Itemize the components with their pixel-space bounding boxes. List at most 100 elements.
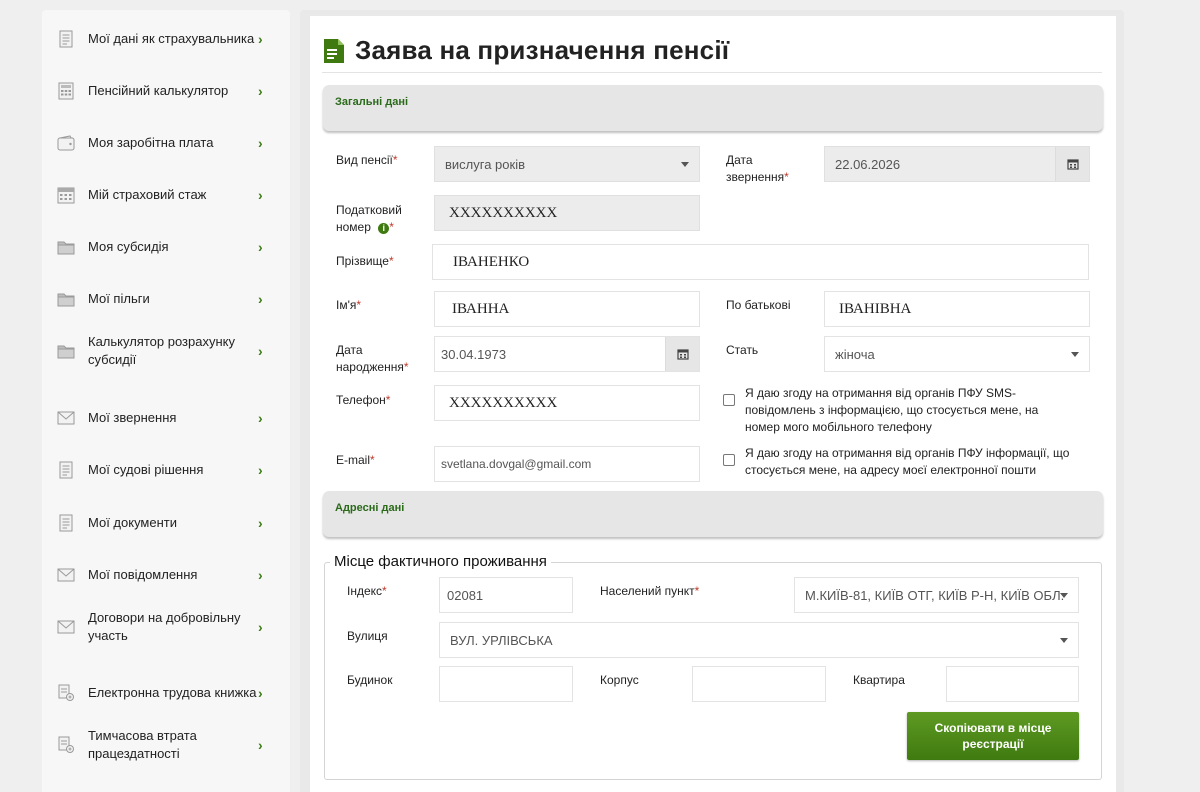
sidebar-item-label: Мої документи (88, 515, 177, 530)
index-field[interactable]: 02081 (439, 577, 573, 613)
chevron-right-icon: › (258, 410, 263, 426)
section-general-title: Загальні дані (335, 96, 409, 108)
house-field[interactable] (439, 666, 573, 702)
document-icon (57, 514, 75, 532)
envelope-icon (57, 618, 75, 636)
sms-consent-text: Я даю згоду на отримання від органів ПФУ… (745, 386, 1039, 434)
chevron-down-icon (1060, 593, 1068, 598)
sidebar-item-9[interactable]: Мої судові рішення › (42, 445, 290, 495)
phone-field[interactable]: XXXXXXXXXX (434, 385, 700, 421)
email-label: E-mail* (336, 453, 375, 467)
sidebar-item-12[interactable]: Договори на добровільну участь › (42, 602, 290, 652)
document-add-icon (324, 39, 344, 63)
sidebar-item-label: Електронна трудова книжка (88, 685, 257, 700)
pension-type-value: вислуга років (445, 156, 525, 172)
email-consent-text: Я даю згоду на отримання від органів ПФУ… (745, 446, 1070, 477)
chevron-down-icon (681, 162, 689, 167)
birth-calendar-button[interactable] (665, 337, 699, 371)
apartment-field[interactable] (946, 666, 1079, 702)
document-icon (57, 461, 75, 479)
document-icon (57, 30, 75, 48)
surname-value: ІВАНЕНКО (453, 253, 530, 270)
chevron-right-icon: › (258, 239, 263, 255)
phone-value: XXXXXXXXXX (449, 394, 558, 411)
patronymic-value: ІВАНІВНА (839, 300, 912, 317)
chevron-right-icon: › (258, 462, 263, 478)
surname-label: Прізвище* (336, 254, 394, 268)
surname-field[interactable]: ІВАНЕНКО (432, 244, 1089, 280)
sidebar-item-14[interactable]: Тимчасова втрата працездатності › (42, 720, 290, 770)
email-field[interactable]: svetlana.dovgal@gmail.com (434, 446, 700, 482)
copy-to-registration-button[interactable]: Скопіювати в місце реєстрації (907, 712, 1079, 760)
application-date-field[interactable]: 22.06.2026 (824, 146, 1090, 182)
tax-number-field[interactable]: XXXXXXXXXX (434, 195, 700, 231)
envelope-icon (57, 409, 75, 427)
name-field[interactable]: ІВАННА (434, 291, 700, 327)
sidebar-item-label: Мої пільги (88, 291, 150, 306)
tax-number-value: XXXXXXXXXX (449, 204, 558, 221)
locality-value: М.КИЇВ-81, КИЇВ ОТГ, КИЇВ Р-Н, КИЇВ ОБЛ. (805, 587, 1065, 603)
sidebar-item-6[interactable]: Мої пільги › (42, 274, 290, 324)
sidebar-item-label: Моя заробітна плата (88, 135, 214, 150)
sidebar-item-label: Мої звернення (88, 410, 177, 425)
chevron-right-icon: › (258, 187, 263, 203)
sidebar-item-label: Мої дані як страхувальника (88, 31, 255, 46)
title-divider (322, 72, 1102, 73)
sidebar-item-7[interactable]: Калькулятор розрахунку субсидії › (42, 326, 290, 376)
section-address[interactable]: Адресні дані (323, 491, 1103, 537)
chevron-down-icon (1071, 352, 1079, 357)
envelope-icon (57, 566, 75, 584)
sidebar-item-8[interactable]: Мої звернення › (42, 393, 290, 443)
building-field[interactable] (692, 666, 826, 702)
sidebar-item-1[interactable]: Мої дані як страхувальника › (42, 14, 290, 64)
street-label: Вулиця (347, 629, 388, 643)
sms-consent-checkbox[interactable] (723, 394, 735, 406)
sidebar-item-label: Мій страховий стаж (88, 187, 207, 202)
calendar-icon (676, 349, 689, 360)
sidebar-item-label: Пенсійний калькулятор (88, 83, 229, 98)
section-address-title: Адресні дані (335, 502, 405, 514)
pension-type-select[interactable]: вислуга років (434, 146, 700, 182)
index-label: Індекс* (347, 584, 387, 598)
actual-residence-legend: Місце фактичного проживання (330, 553, 551, 570)
sidebar-item-5[interactable]: Моя субсидія › (42, 222, 290, 272)
sex-select[interactable]: жіноча (824, 336, 1090, 372)
calendar-icon (1066, 159, 1079, 170)
building-label: Корпус (600, 673, 639, 687)
street-select[interactable]: ВУЛ. УРЛІВСЬКА (439, 622, 1079, 658)
name-label: Ім'я* (336, 298, 362, 312)
sidebar-item-13[interactable]: Електронна трудова книжка › (42, 668, 290, 718)
application-date-label: Дата звернення* (726, 153, 789, 184)
sidebar-item-3[interactable]: Моя заробітна плата › (42, 118, 290, 168)
patronymic-field[interactable]: ІВАНІВНА (824, 291, 1090, 327)
house-label: Будинок (347, 673, 393, 687)
email-consent-checkbox[interactable] (723, 454, 735, 466)
info-icon[interactable]: i (378, 223, 390, 234)
sex-value: жіноча (835, 346, 875, 362)
sidebar-item-label: Калькулятор розрахунку субсидії (88, 334, 235, 367)
street-value: ВУЛ. УРЛІВСЬКА (450, 632, 553, 648)
calendar-icon (57, 186, 75, 204)
sidebar-item-label: Моя субсидія (88, 239, 169, 254)
index-value: 02081 (447, 587, 484, 603)
chevron-right-icon: › (258, 135, 263, 151)
sidebar-item-4[interactable]: Мій страховий стаж › (42, 170, 290, 220)
sidebar-item-2[interactable]: Пенсійний калькулятор › (42, 66, 290, 116)
workbook-icon (57, 684, 75, 702)
calculator-icon (57, 82, 75, 100)
sidebar-item-label: Тимчасова втрата працездатності (88, 728, 197, 761)
sidebar-item-10[interactable]: Мої документи › (42, 498, 290, 548)
locality-select[interactable]: М.КИЇВ-81, КИЇВ ОТГ, КИЇВ Р-Н, КИЇВ ОБЛ. (794, 577, 1079, 613)
chevron-right-icon: › (258, 291, 263, 307)
sidebar-item-label: Мої повідомлення (88, 567, 198, 582)
birth-date-field[interactable]: 30.04.1973 (434, 336, 700, 372)
sex-label: Стать (726, 343, 759, 357)
chevron-right-icon: › (258, 567, 263, 583)
name-value: ІВАННА (452, 300, 510, 317)
sidebar-item-11[interactable]: Мої повідомлення › (42, 550, 290, 600)
section-general[interactable]: Загальні дані (323, 85, 1103, 131)
calendar-button[interactable] (1055, 147, 1089, 181)
page-header: Заява на призначення пенсії (320, 30, 729, 70)
chevron-down-icon (1060, 638, 1068, 643)
folder-icon (57, 290, 75, 308)
